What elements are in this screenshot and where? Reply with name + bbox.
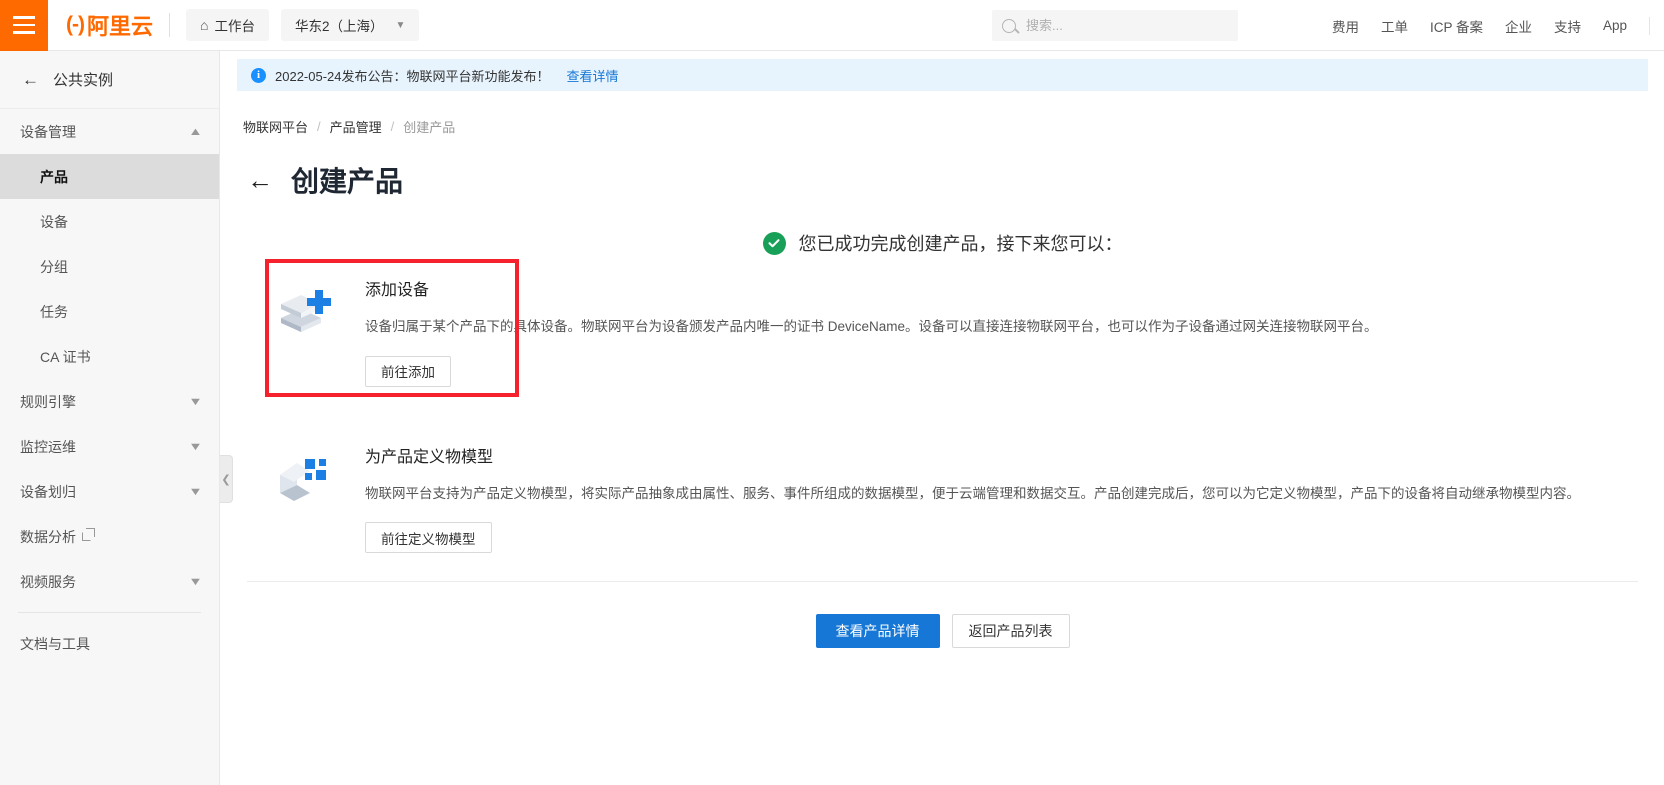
sidebar-item-label: 分组 [40, 258, 68, 275]
sidebar-item-label: 数据分析 [20, 527, 95, 547]
card-description: 设备归属于某个产品下的具体设备。物联网平台为设备颁发产品内唯一的证书 Devic… [365, 319, 1378, 334]
card-title: 为产品定义物模型 [365, 448, 494, 466]
sidebar-group-rule-engine[interactable]: 规则引擎 ▼ [0, 379, 219, 424]
chevron-down-icon: ▼ [188, 440, 203, 453]
sidebar-group-monitoring[interactable]: 监控运维 ▼ [0, 424, 219, 469]
info-icon: i [251, 67, 266, 83]
success-text: 您已成功完成创建产品，接下来您可以： [798, 234, 1123, 254]
header-link-fees[interactable]: 费用 [1332, 16, 1359, 36]
header-link-support[interactable]: 支持 [1554, 16, 1581, 36]
chevron-down-icon: ▼ [188, 395, 203, 408]
card-define-thing-model: 为产品定义物模型 物联网平台支持为产品定义物模型，将实际产品抽象成由属性、服务、… [247, 423, 1638, 554]
aliyun-logo[interactable]: (-) 阿里云 [66, 9, 153, 41]
sidebar-item-tasks[interactable]: 任务 [0, 289, 219, 334]
sidebar-item-label: CA 证书 [40, 348, 91, 365]
card-title: 添加设备 [365, 282, 430, 299]
page-back-arrow-icon[interactable]: ← [247, 167, 273, 193]
sidebar-item-devices[interactable]: 设备 [0, 199, 219, 244]
back-to-product-list-button[interactable]: 返回产品列表 [951, 614, 1070, 649]
sidebar-item-label: 产品 [40, 168, 68, 185]
header-links: 费用 工单 ICP 备案 企业 支持 App [1332, 0, 1650, 51]
main-content: i 2022-05-24发布公告：物联网平台新功能发布！ 查看详情 物联网平台 … [221, 51, 1664, 785]
layers-plus-icon [277, 282, 335, 338]
aliyun-logo-mark: (-) [66, 13, 85, 36]
footer-actions: 查看产品详情 返回产品列表 [247, 614, 1638, 649]
header-end-divider [1649, 16, 1650, 35]
chevron-up-icon: ▲ [188, 125, 203, 138]
content-area: 您已成功完成创建产品，接下来您可以： 添加设备 设备归属于某个产品下的具体设备。… [247, 230, 1638, 649]
sidebar-item-label: 任务 [40, 303, 68, 320]
chevron-left-icon: ❮ [221, 473, 231, 486]
success-message: 您已成功完成创建产品，接下来您可以： [247, 230, 1638, 256]
breadcrumb-separator: / [317, 119, 321, 134]
search-input[interactable] [1026, 18, 1216, 33]
sidebar-collapse-handle[interactable]: ❮ [220, 455, 233, 503]
sidebar-group-label: 设备管理 [20, 123, 76, 140]
chevron-down-icon: ▼ [395, 19, 406, 31]
go-define-thing-model-button[interactable]: 前往定义物模型 [365, 522, 492, 554]
breadcrumb-item-create-product: 创建产品 [403, 120, 456, 135]
left-sidebar: ← 公共实例 设备管理 ▲ 产品 设备 分组 任务 CA 证书 规则引擎 ▼ 监… [0, 51, 220, 785]
card-body: 为产品定义物模型 物联网平台支持为产品定义物模型，将实际产品抽象成由属性、服务、… [365, 443, 1638, 554]
sidebar-back-public-instance[interactable]: ← 公共实例 [0, 51, 219, 109]
sidebar-item-data-analysis[interactable]: 数据分析 [0, 514, 219, 559]
sidebar-group-label: 监控运维 [20, 438, 76, 455]
breadcrumb: 物联网平台 / 产品管理 / 创建产品 [243, 117, 1664, 136]
sidebar-item-groups[interactable]: 分组 [0, 244, 219, 289]
sidebar-group-label: 设备划归 [20, 483, 76, 500]
arrow-left-icon: ← [22, 70, 39, 89]
card-add-device: 添加设备 设备归属于某个产品下的具体设备。物联网平台为设备颁发产品内唯一的证书 … [247, 256, 1638, 397]
content-divider [247, 581, 1638, 583]
check-circle-icon [762, 231, 786, 255]
chevron-down-icon: ▼ [188, 485, 203, 498]
external-link-icon [82, 527, 95, 541]
page-title-row: ← 创建产品 [247, 160, 1664, 200]
sidebar-separator [18, 612, 201, 613]
top-header: (-) 阿里云 ⌂ 工作台 华东2（上海） ▼ 费用 工单 ICP 备案 企业 … [0, 0, 1664, 51]
sidebar-group-device-management[interactable]: 设备管理 ▲ [0, 109, 219, 154]
aliyun-logo-text: 阿里云 [86, 14, 153, 39]
view-product-details-button[interactable]: 查看产品详情 [815, 614, 940, 649]
header-link-enterprise[interactable]: 企业 [1505, 16, 1532, 36]
card-body: 添加设备 设备归属于某个产品下的具体设备。物联网平台为设备颁发产品内唯一的证书 … [365, 276, 1638, 387]
header-link-icp[interactable]: ICP 备案 [1430, 16, 1483, 36]
page-title: 创建产品 [291, 166, 404, 197]
breadcrumb-separator: / [390, 119, 395, 134]
workbench-label: 工作台 [214, 19, 255, 34]
hamburger-menu-icon[interactable] [0, 0, 48, 51]
announcement-detail-link[interactable]: 查看详情 [567, 66, 619, 85]
region-label: 华东2（上海） [294, 19, 384, 34]
sidebar-group-device-allocation[interactable]: 设备划归 ▼ [0, 469, 219, 514]
header-divider [169, 13, 170, 37]
sidebar-group-video-service[interactable]: 视频服务 ▼ [0, 559, 219, 604]
card-icon-wrap [247, 276, 365, 338]
card-description: 物联网平台支持为产品定义物模型，将实际产品抽象成由属性、服务、事件所组成的数据模… [365, 485, 1580, 501]
home-icon: ⌂ [200, 17, 209, 33]
sidebar-item-label: 文档与工具 [20, 635, 90, 652]
announcement-banner: i 2022-05-24发布公告：物联网平台新功能发布！ 查看详情 [237, 59, 1648, 91]
sidebar-item-ca-certificates[interactable]: CA 证书 [0, 334, 219, 379]
cube-blocks-icon [277, 449, 335, 501]
go-add-device-button[interactable]: 前往添加 [365, 355, 451, 387]
header-link-app[interactable]: App [1603, 18, 1627, 33]
chevron-down-icon: ▼ [188, 575, 203, 588]
announcement-text: 2022-05-24发布公告：物联网平台新功能发布！ [275, 68, 550, 84]
card-icon-wrap [247, 443, 365, 501]
sidebar-group-label: 规则引擎 [20, 393, 76, 410]
sidebar-item-products[interactable]: 产品 [0, 154, 219, 199]
search-icon [1002, 18, 1016, 33]
sidebar-item-label: 设备 [40, 213, 68, 230]
region-selector[interactable]: 华东2（上海） ▼ [280, 9, 420, 41]
sidebar-item-docs-tools[interactable]: 文档与工具 [0, 621, 219, 666]
sidebar-back-label: 公共实例 [53, 72, 114, 89]
breadcrumb-item-iot-platform[interactable]: 物联网平台 [243, 117, 308, 136]
workbench-button[interactable]: ⌂ 工作台 [186, 9, 269, 41]
sidebar-group-label: 视频服务 [20, 573, 76, 590]
header-link-tickets[interactable]: 工单 [1381, 16, 1408, 36]
search-box[interactable] [992, 10, 1238, 41]
breadcrumb-item-product-management[interactable]: 产品管理 [330, 117, 382, 136]
